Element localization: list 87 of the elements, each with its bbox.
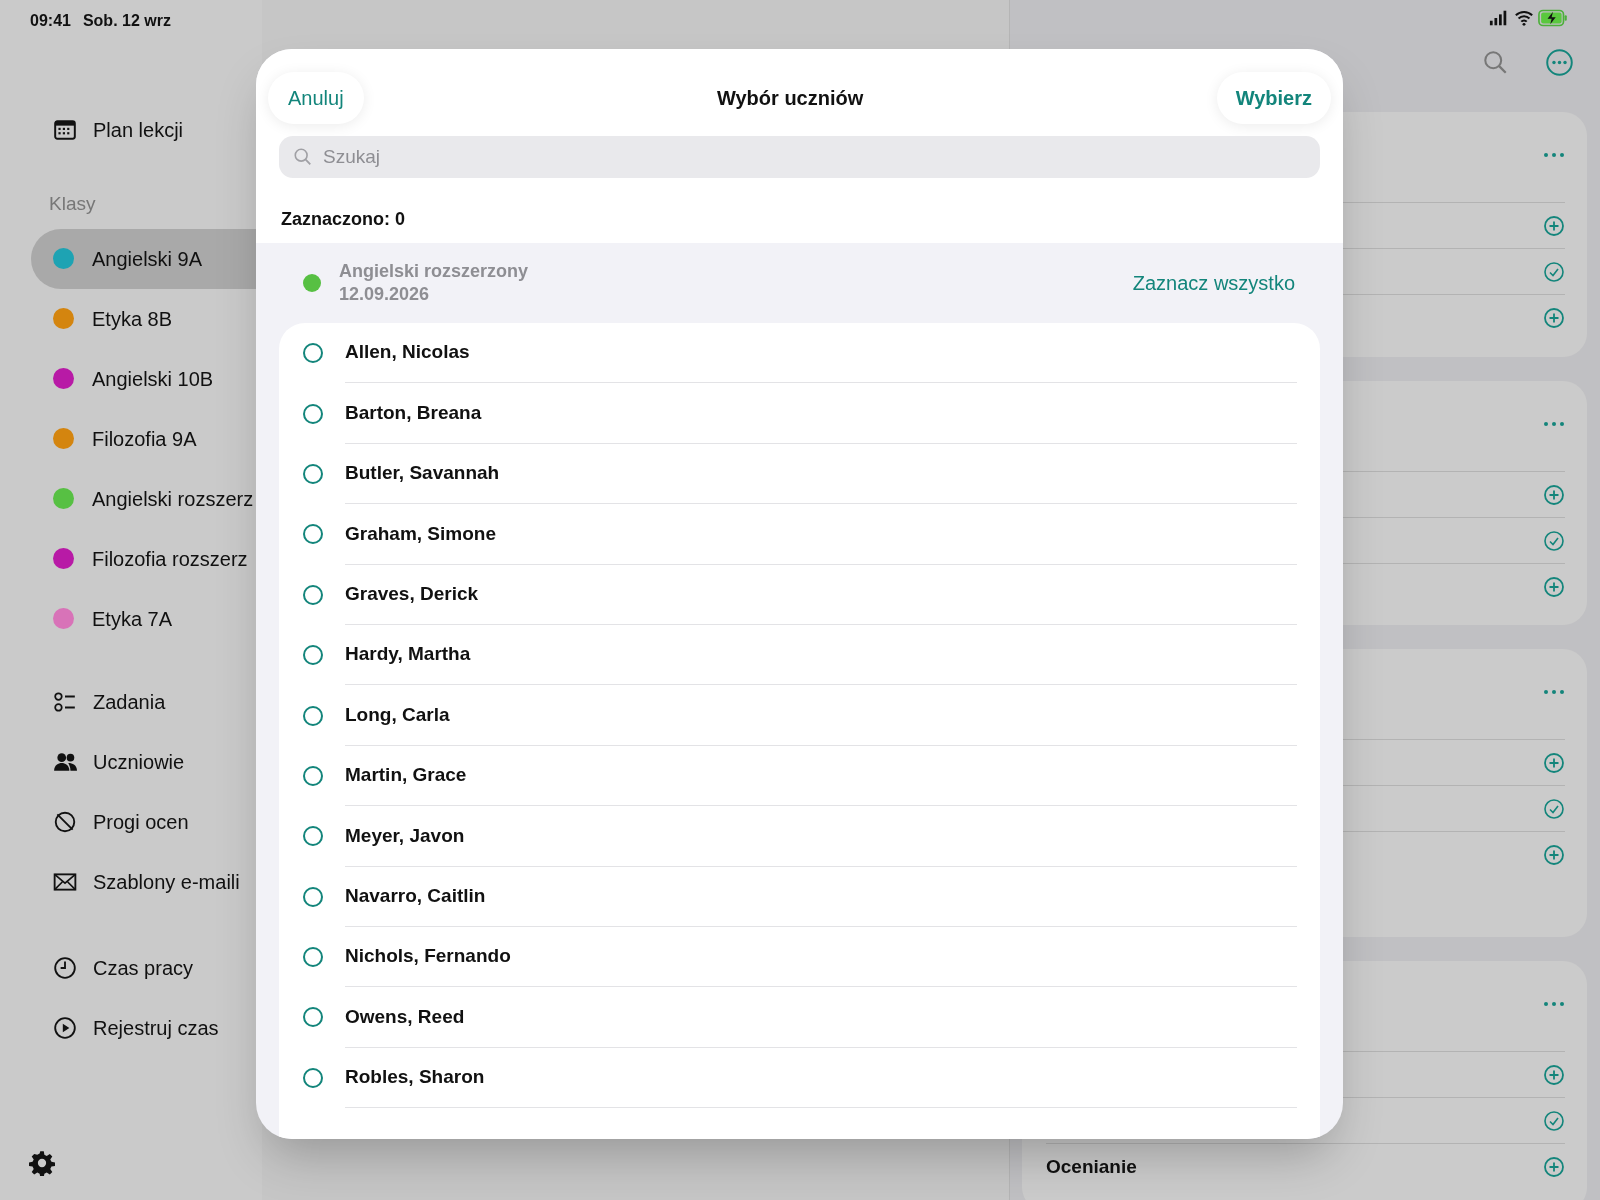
checkmark-circle-icon[interactable] (1543, 529, 1565, 552)
class-item[interactable]: Etyka 7A (31, 588, 262, 649)
sidebar-item-label: Progi ocen (93, 809, 189, 835)
status-time: 09:41 (30, 11, 71, 31)
class-label: Filozofia rozszerz (92, 546, 248, 572)
student-row[interactable]: Meyer, Javon (279, 806, 1320, 867)
student-row[interactable]: Navarro, Caitlin (279, 866, 1320, 927)
select-all-link[interactable]: Zaznacz wszystko (1132, 268, 1295, 298)
class-label: Filozofia 9A (92, 426, 197, 452)
section-header: Klasy (48, 192, 97, 216)
clock-icon (53, 955, 77, 980)
group-date: 12.09.2026 (339, 283, 431, 306)
plus-circle-icon[interactable] (1543, 576, 1565, 598)
plus-circle-icon[interactable] (1543, 1063, 1565, 1086)
student-name: Butler, Savannah (345, 461, 500, 486)
student-name: Graves, Derick (345, 582, 479, 606)
sidebar-item[interactable]: Progi ocen (0, 791, 262, 852)
sidebar-item-label: Rejestruj czas (93, 1015, 219, 1041)
sidebar-item[interactable]: Zadania (0, 671, 262, 732)
student-row[interactable]: Martin, Grace (279, 745, 1320, 807)
class-item[interactable]: Filozofia 9A (31, 408, 262, 469)
plus-circle-icon[interactable] (1543, 844, 1565, 866)
class-item[interactable]: Filozofia rozszerz (31, 528, 262, 589)
student-name: Graham, Simone (345, 521, 496, 546)
student-row[interactable]: Graves, Derick (279, 564, 1320, 625)
student-name: Navarro, Caitlin (345, 883, 486, 908)
sidebar-item[interactable]: Uczniowie (0, 731, 262, 792)
plus-circle-icon[interactable] (1543, 483, 1565, 506)
plus-circle-icon[interactable] (1543, 214, 1565, 237)
sidebar-item-label: Szablony e-maili (93, 869, 240, 895)
class-label: Angielski 9A (92, 246, 203, 272)
sidebar-item-label: Uczniowie (93, 749, 185, 775)
search-icon (293, 147, 313, 167)
search-field[interactable]: Szukaj (279, 136, 1320, 178)
class-label: Angielski 10B (92, 366, 214, 392)
select-button[interactable]: Wybierz (1216, 72, 1331, 124)
class-item[interactable]: Angielski rozszerz (31, 468, 262, 529)
sidebar-item[interactable]: Rejestruj czas (0, 997, 262, 1058)
student-row[interactable]: Long, Carla (279, 685, 1320, 746)
dialog-title: Wybór uczniów (717, 86, 864, 111)
crossed-circle-icon (53, 809, 77, 834)
student-name: Allen, Nicolas (345, 340, 470, 365)
student-name: Long, Carla (345, 702, 450, 727)
class-label: Etyka 8B (92, 306, 173, 332)
student-row[interactable]: Hardy, Martha (279, 624, 1320, 686)
sidebar-item[interactable]: Czas pracy (0, 937, 262, 998)
student-row[interactable]: Owens, Reed (279, 987, 1320, 1048)
selection-count: Zaznaczono: 0 (280, 208, 406, 231)
student-row[interactable]: Robles, Sharon (279, 1047, 1320, 1109)
wifi-icon (1514, 8, 1534, 28)
student-name: Martin, Grace (345, 763, 467, 788)
student-row[interactable]: Butler, Savannah (279, 443, 1320, 505)
student-row[interactable]: Allen, Nicolas (279, 323, 1320, 384)
student-name: Robles, Sharon (345, 1065, 485, 1090)
class-label: Angielski rozszerz (92, 486, 254, 512)
search-icon[interactable] (1483, 50, 1508, 75)
play-icon (53, 1015, 77, 1040)
plus-circle-icon[interactable] (1543, 1156, 1565, 1178)
calendar-icon (53, 118, 77, 142)
settings-icon[interactable] (29, 1150, 55, 1176)
student-name: Owens, Reed (345, 1004, 465, 1029)
class-label: Etyka 7A (92, 606, 173, 632)
plus-circle-icon[interactable] (1543, 307, 1565, 329)
checkmark-circle-icon[interactable] (1543, 1109, 1565, 1132)
more-icon[interactable] (1546, 49, 1573, 76)
student-name: Nichols, Fernando (345, 944, 511, 969)
student-row[interactable]: Graham, Simone (279, 504, 1320, 565)
sidebar-item[interactable]: Szablony e-maili (0, 851, 262, 912)
student-name: Hardy, Martha (345, 642, 471, 667)
status-date: Sob. 12 wrz (82, 11, 171, 31)
sidebar-item-label: Czas pracy (93, 955, 194, 981)
class-item[interactable]: Etyka 8B (31, 288, 262, 349)
checklist-icon (53, 689, 77, 714)
cancel-button[interactable]: Anuluj (268, 72, 364, 124)
checkmark-circle-icon[interactable] (1543, 260, 1565, 283)
student-name: Barton, Breana (345, 400, 482, 425)
sidebar-item-label: Zadania (93, 689, 166, 715)
class-item[interactable]: Angielski 10B (31, 348, 262, 409)
sidebar-item[interactable]: Plan lekcji (0, 100, 262, 160)
checkmark-circle-icon[interactable] (1543, 797, 1565, 820)
sidebar-item-label: Plan lekcji (93, 118, 184, 143)
student-row[interactable]: Nichols, Fernando (279, 926, 1320, 988)
student-row[interactable]: Barton, Breana (279, 383, 1320, 444)
row-label: Ocenianie (1046, 1154, 1137, 1179)
group-title: Angielski rozszerzony (339, 260, 530, 283)
plus-circle-icon[interactable] (1543, 751, 1565, 774)
student-name: Meyer, Javon (345, 823, 465, 848)
